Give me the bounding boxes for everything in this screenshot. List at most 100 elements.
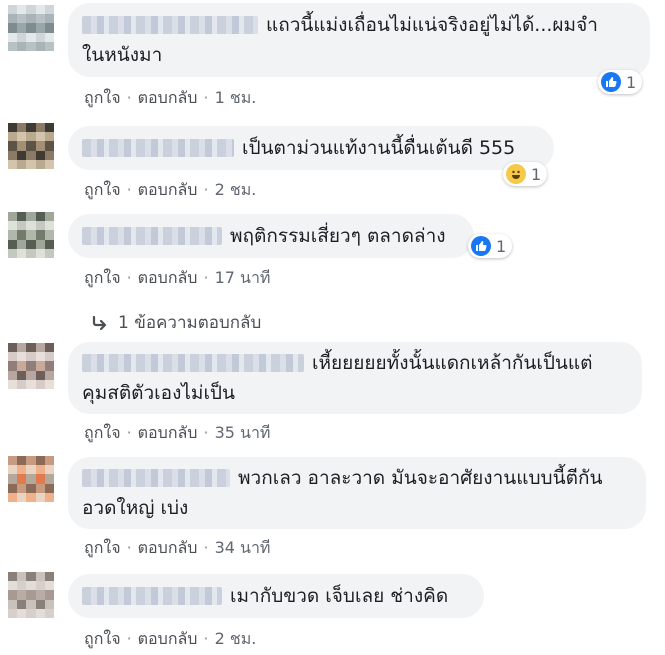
avatar-tile [26,474,36,484]
avatar-tile [17,239,27,249]
avatar[interactable] [8,123,54,169]
timestamp[interactable]: 17 นาที [215,268,271,287]
avatar-tile [35,23,45,33]
avatar-tile [8,581,18,591]
reaction-number: 1 [531,164,542,184]
blurred-username[interactable] [82,587,222,605]
avatar-tile [35,572,45,582]
avatar-tile [8,132,18,142]
avatar-tile [35,474,45,484]
timestamp[interactable]: 2 ชม. [215,629,257,648]
comment-bubble: เหี้ยยยยยทั้งนั้นแดกเหล้ากันเป็นแต่ คุมส… [68,342,642,414]
blurred-username[interactable] [82,139,234,157]
avatar-tile [26,370,36,380]
timestamp[interactable]: 35 นาที [215,423,271,442]
avatar-tile [26,492,36,502]
like-link[interactable]: ถูกใจ [84,629,121,648]
avatar-tile [35,361,45,371]
like-link[interactable]: ถูกใจ [84,538,121,557]
reply-link[interactable]: ตอบกลับ [138,538,198,557]
reply-link[interactable]: ตอบกลับ [138,180,198,199]
avatar-tile [44,465,54,475]
like-link[interactable]: ถูกใจ [84,268,121,287]
blurred-username[interactable] [82,227,222,245]
separator: · [203,629,209,648]
avatar-tile [26,41,36,51]
avatar-tile [17,123,27,133]
avatar-tile [44,41,54,51]
avatar-tile [8,32,18,42]
avatar-tile [44,212,54,222]
avatar-tile [44,132,54,142]
reply-link[interactable]: ตอบกลับ [138,629,198,648]
timestamp[interactable]: 34 นาที [215,538,271,557]
avatar-tile [8,361,18,371]
avatar-tile [8,14,18,24]
separator: · [126,423,132,442]
comment-actions: ถูกใจ · ตอบกลับ · 17 นาที [84,266,270,291]
avatar[interactable] [8,5,54,51]
avatar-tile [44,123,54,133]
avatar-tile [35,5,45,15]
avatar-tile [35,123,45,133]
avatar-tile [8,159,18,169]
blurred-username[interactable] [82,354,304,372]
avatar-tile [35,221,45,231]
avatar-tile [8,352,18,362]
avatar-tile [44,159,54,169]
reaction-count[interactable]: 1 [503,162,548,186]
view-replies-link[interactable]: 1 ข้อความตอบกลับ [92,309,261,336]
separator: · [126,88,132,107]
like-link[interactable]: ถูกใจ [84,88,121,107]
avatar-tile [17,14,27,24]
blurred-username[interactable] [82,16,258,34]
comment-text: แถวนี้แม่งเถื่อนไม่แน่จริงอยู่ไม่ได้...ผ… [266,14,598,36]
avatar-tile [8,456,18,466]
avatar-tile [44,150,54,160]
avatar-tile [44,492,54,502]
reply-link[interactable]: ตอบกลับ [138,88,198,107]
comment-bubble: เมากับขวด เจ็บเลย ช่างคิด [68,574,484,618]
avatar[interactable] [8,456,54,502]
avatar-tile [17,32,27,42]
avatar-tile [17,212,27,222]
reply-link[interactable]: ตอบกลับ [138,268,198,287]
avatar-tile [17,572,27,582]
like-icon [471,236,491,256]
like-link[interactable]: ถูกใจ [84,180,121,199]
comment-actions: ถูกใจ · ตอบกลับ · 34 นาที [84,536,270,561]
avatar-tile [17,492,27,502]
avatar-tile [26,590,36,600]
timestamp[interactable]: 2 ชม. [215,180,257,199]
avatar-tile [8,370,18,380]
reaction-number: 1 [496,236,507,256]
like-link[interactable]: ถูกใจ [84,423,121,442]
avatar-tile [35,14,45,24]
avatar-tile [26,581,36,591]
reaction-count[interactable]: 1 [598,70,643,94]
avatar-tile [17,343,27,353]
avatar-tile [26,132,36,142]
comment-bubble: พวกเลว อาละวาด มันจะอาศัยงานแบบนี้ตีกัน … [68,457,646,529]
reaction-count[interactable]: 1 [468,234,513,258]
avatar-tile [26,379,36,389]
avatar-tile [8,343,18,353]
avatar[interactable] [8,572,54,618]
avatar-tile [26,230,36,240]
comment-text: พฤติกรรมเสี่ยวๆ ตลาดล่าง [230,225,446,247]
separator: · [203,180,209,199]
avatar-tile [26,159,36,169]
avatar-tile [26,212,36,222]
avatar-tile [44,483,54,493]
avatar-tile [35,483,45,493]
avatar[interactable] [8,343,54,389]
avatar-tile [17,474,27,484]
avatar-tile [17,590,27,600]
avatar-tile [17,465,27,475]
avatar-tile [44,14,54,24]
timestamp[interactable]: 1 ชม. [215,88,257,107]
reply-link[interactable]: ตอบกลับ [138,423,198,442]
avatar-tile [35,248,45,258]
blurred-username[interactable] [82,469,230,487]
avatar[interactable] [8,212,54,258]
